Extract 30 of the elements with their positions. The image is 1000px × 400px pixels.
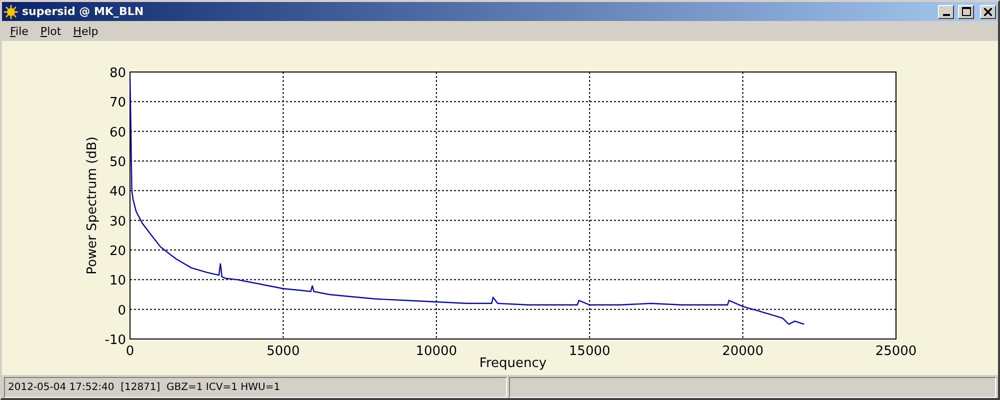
menu-item[interactable]: File bbox=[10, 24, 28, 38]
close-button[interactable] bbox=[980, 4, 996, 18]
close-icon bbox=[984, 8, 992, 16]
menu-item[interactable]: Help bbox=[73, 24, 98, 38]
y-axis-label: Power Spectrum (dB) bbox=[85, 136, 100, 274]
menu-item[interactable]: Plot bbox=[40, 24, 62, 38]
minimize-button[interactable] bbox=[938, 4, 954, 18]
x-tick-label: 0 bbox=[126, 344, 134, 359]
y-tick-label: 20 bbox=[109, 244, 126, 259]
status-text: 2012-05-04 17:52:40 [12871] GBZ=1 ICV=1 HWU=1 bbox=[4, 377, 507, 398]
y-tick-label: -10 bbox=[104, 333, 126, 348]
x-tick-label: 15000 bbox=[568, 344, 610, 359]
minimize-icon bbox=[942, 14, 950, 16]
y-tick-label: 30 bbox=[109, 214, 126, 230]
window-title: supersid @ MK_BLN bbox=[22, 5, 145, 18]
y-tick-label: 80 bbox=[109, 66, 126, 81]
y-tick-label: 0 bbox=[118, 303, 126, 318]
x-tick-label: 20000 bbox=[722, 344, 764, 359]
maximize-icon bbox=[962, 7, 970, 16]
x-tick-label: 5000 bbox=[266, 344, 300, 359]
x-tick-label: 10000 bbox=[416, 344, 458, 359]
y-tick-label: 70 bbox=[109, 96, 126, 111]
y-tick-label: 60 bbox=[109, 125, 126, 140]
sun-icon bbox=[4, 4, 18, 18]
maximize-button[interactable] bbox=[958, 4, 974, 18]
y-tick-label: 40 bbox=[109, 184, 126, 200]
y-tick-label: 10 bbox=[109, 274, 126, 289]
y-tick-label: 50 bbox=[109, 155, 126, 170]
x-axis-label: Frequency bbox=[479, 356, 547, 371]
x-tick-label: 25000 bbox=[875, 344, 917, 359]
